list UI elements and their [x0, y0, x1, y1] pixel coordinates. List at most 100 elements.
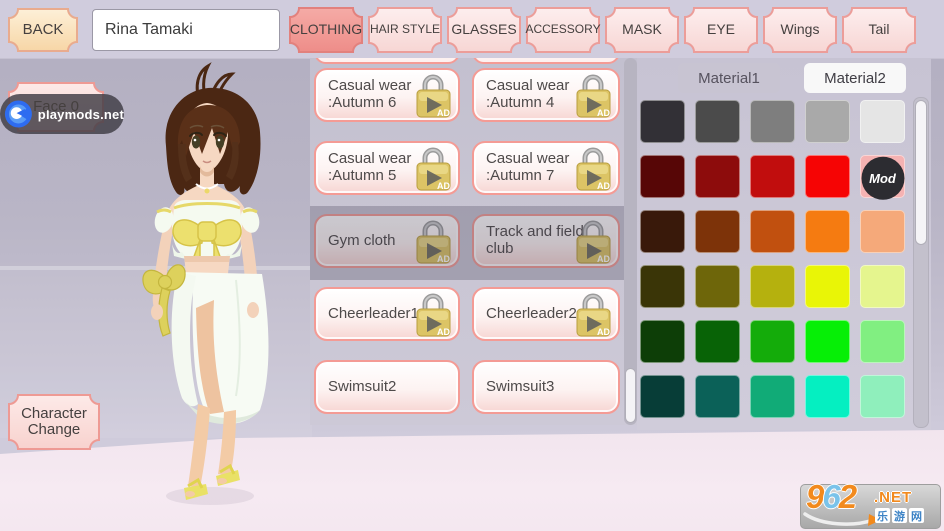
- top-bar: BACK CLOTHING HAIR STYLE GLASSES ACCESSORY M…: [0, 0, 944, 59]
- clothing-item-label: Gym cloth: [316, 233, 404, 250]
- character-change-button[interactable]: Character Change: [8, 394, 100, 450]
- character-name-input[interactable]: [92, 9, 280, 51]
- clothing-item-partial[interactable]: [472, 58, 620, 64]
- color-swatch-1-2[interactable]: [750, 155, 795, 198]
- color-swatch-3-1[interactable]: [695, 265, 740, 308]
- color-swatch-4-0[interactable]: [640, 320, 685, 363]
- color-swatch-0-1[interactable]: [695, 100, 740, 143]
- mod-badge: Mod: [861, 156, 904, 199]
- color-swatch-4-2[interactable]: [750, 320, 795, 363]
- back-button-label: BACK: [23, 22, 64, 39]
- clothing-item-cheerleader1[interactable]: Cheerleader1 AD: [314, 287, 460, 341]
- palette-scroll-thumb[interactable]: [915, 100, 927, 245]
- tab-label: CLOTHING: [290, 22, 362, 37]
- tab-mask[interactable]: MASK: [605, 7, 679, 53]
- color-swatch-4-3[interactable]: [805, 320, 850, 363]
- color-swatch-0-4[interactable]: [860, 100, 905, 143]
- material-tabs: Material1 Material2: [678, 63, 906, 93]
- material-tab-material1[interactable]: Material1: [678, 63, 780, 93]
- clothing-item-casual-wear-autumn-6[interactable]: Casual wear :Autumn 6 AD: [314, 68, 460, 122]
- chinese-char-tile: 乐: [875, 508, 890, 523]
- tab-accessory[interactable]: ACCESSORY: [526, 7, 600, 53]
- clothing-item-label: Swimsuit2: [316, 379, 404, 396]
- back-button[interactable]: BACK: [8, 8, 78, 52]
- color-swatch-5-3[interactable]: [805, 375, 850, 418]
- tab-eye[interactable]: EYE: [684, 7, 758, 53]
- tab-wings[interactable]: Wings: [763, 7, 837, 53]
- tab-hair-style[interactable]: HAIR STYLE: [368, 7, 442, 53]
- color-swatch-3-4[interactable]: [860, 265, 905, 308]
- chinese-char-tile: 游: [892, 508, 907, 523]
- tab-glasses[interactable]: GLASSES: [447, 7, 521, 53]
- palette-scrollbar[interactable]: [913, 97, 929, 428]
- character-customization-screen: BACK CLOTHING HAIR STYLE GLASSES ACCESSORY M…: [0, 0, 944, 531]
- clothing-list-scrollbar[interactable]: [624, 58, 637, 425]
- color-swatch-5-1[interactable]: [695, 375, 740, 418]
- character-change-label: Character Change: [8, 406, 100, 439]
- color-swatch-5-2[interactable]: [750, 375, 795, 418]
- playmods-icon: [4, 98, 33, 130]
- 962-net-suffix: .NET: [874, 489, 912, 506]
- clothing-item-swimsuit2[interactable]: Swimsuit2: [314, 360, 460, 414]
- color-swatch-2-0[interactable]: [640, 210, 685, 253]
- color-swatch-5-0[interactable]: [640, 375, 685, 418]
- clothing-item-partial[interactable]: [314, 58, 460, 64]
- ad-lock-icon: AD: [413, 218, 453, 264]
- clothing-item-label: Cheerleader2: [474, 306, 585, 323]
- color-swatch-0-3[interactable]: [805, 100, 850, 143]
- clothing-item-casual-wear-autumn-7[interactable]: Casual wear :Autumn 7 AD: [472, 141, 620, 195]
- tab-label: GLASSES: [451, 22, 516, 37]
- ad-lock-icon: AD: [413, 72, 453, 118]
- color-swatch-4-1[interactable]: [695, 320, 740, 363]
- color-swatch-2-1[interactable]: [695, 210, 740, 253]
- ad-lock-icon: AD: [413, 291, 453, 337]
- svg-text:AD: AD: [437, 327, 450, 337]
- svg-text:AD: AD: [597, 254, 610, 264]
- clothing-item-label: Cheerleader1: [316, 306, 427, 323]
- color-swatch-2-2[interactable]: [750, 210, 795, 253]
- clothing-item-swimsuit3[interactable]: Swimsuit3: [472, 360, 620, 414]
- color-swatch-0-0[interactable]: [640, 100, 685, 143]
- material-panel: Material1 Material2 Mod: [637, 58, 931, 430]
- svg-text:AD: AD: [597, 327, 610, 337]
- tab-bar: CLOTHING HAIR STYLE GLASSES ACCESSORY MASK EY…: [289, 7, 916, 53]
- ad-lock-icon: AD: [573, 72, 613, 118]
- clothing-item-track-and-field-club[interactable]: Track and field club AD: [472, 214, 620, 268]
- ad-lock-icon: AD: [573, 145, 613, 191]
- tab-clothing[interactable]: CLOTHING: [289, 7, 363, 53]
- color-swatch-3-2[interactable]: [750, 265, 795, 308]
- tab-tail[interactable]: Tail: [842, 7, 916, 53]
- ad-lock-icon: AD: [573, 218, 613, 264]
- clothing-list-panel: Casual wear :Autumn 6 AD Casual wear :Au…: [310, 58, 637, 425]
- color-swatch-2-3[interactable]: [805, 210, 850, 253]
- 962net-watermark: 962 .NET 乐游网: [800, 484, 941, 529]
- color-swatch-3-0[interactable]: [640, 265, 685, 308]
- color-swatch-3-3[interactable]: [805, 265, 850, 308]
- tab-label: MASK: [622, 22, 662, 37]
- material-tab-material2[interactable]: Material2: [804, 63, 906, 93]
- color-swatch-5-4[interactable]: [860, 375, 905, 418]
- swoosh-arrow-icon: [803, 511, 883, 529]
- clothing-item-casual-wear-autumn-5[interactable]: Casual wear :Autumn 5 AD: [314, 141, 460, 195]
- clothing-item-cheerleader2[interactable]: Cheerleader2 AD: [472, 287, 620, 341]
- color-swatch-4-4[interactable]: [860, 320, 905, 363]
- svg-text:AD: AD: [597, 108, 610, 118]
- color-swatch-1-0[interactable]: [640, 155, 685, 198]
- clothing-item-gym-cloth[interactable]: Gym cloth AD: [314, 214, 460, 268]
- tab-label: Wings: [781, 22, 820, 37]
- color-swatch-1-1[interactable]: [695, 155, 740, 198]
- tab-label: EYE: [707, 22, 735, 37]
- color-swatch-1-4[interactable]: Mod: [860, 155, 905, 198]
- color-swatch-2-4[interactable]: [860, 210, 905, 253]
- color-swatch-0-2[interactable]: [750, 100, 795, 143]
- svg-text:AD: AD: [437, 181, 450, 191]
- character-model[interactable]: [140, 60, 320, 510]
- clothing-item-casual-wear-autumn-4[interactable]: Casual wear :Autumn 4 AD: [472, 68, 620, 122]
- tab-label: ACCESSORY: [525, 23, 600, 36]
- face-button-label: Face 0: [33, 99, 79, 116]
- ad-lock-icon: AD: [413, 145, 453, 191]
- color-swatch-1-3[interactable]: [805, 155, 850, 198]
- color-palette: Mod: [640, 100, 905, 418]
- svg-text:AD: AD: [437, 254, 450, 264]
- clothing-list-scroll-thumb[interactable]: [625, 368, 636, 423]
